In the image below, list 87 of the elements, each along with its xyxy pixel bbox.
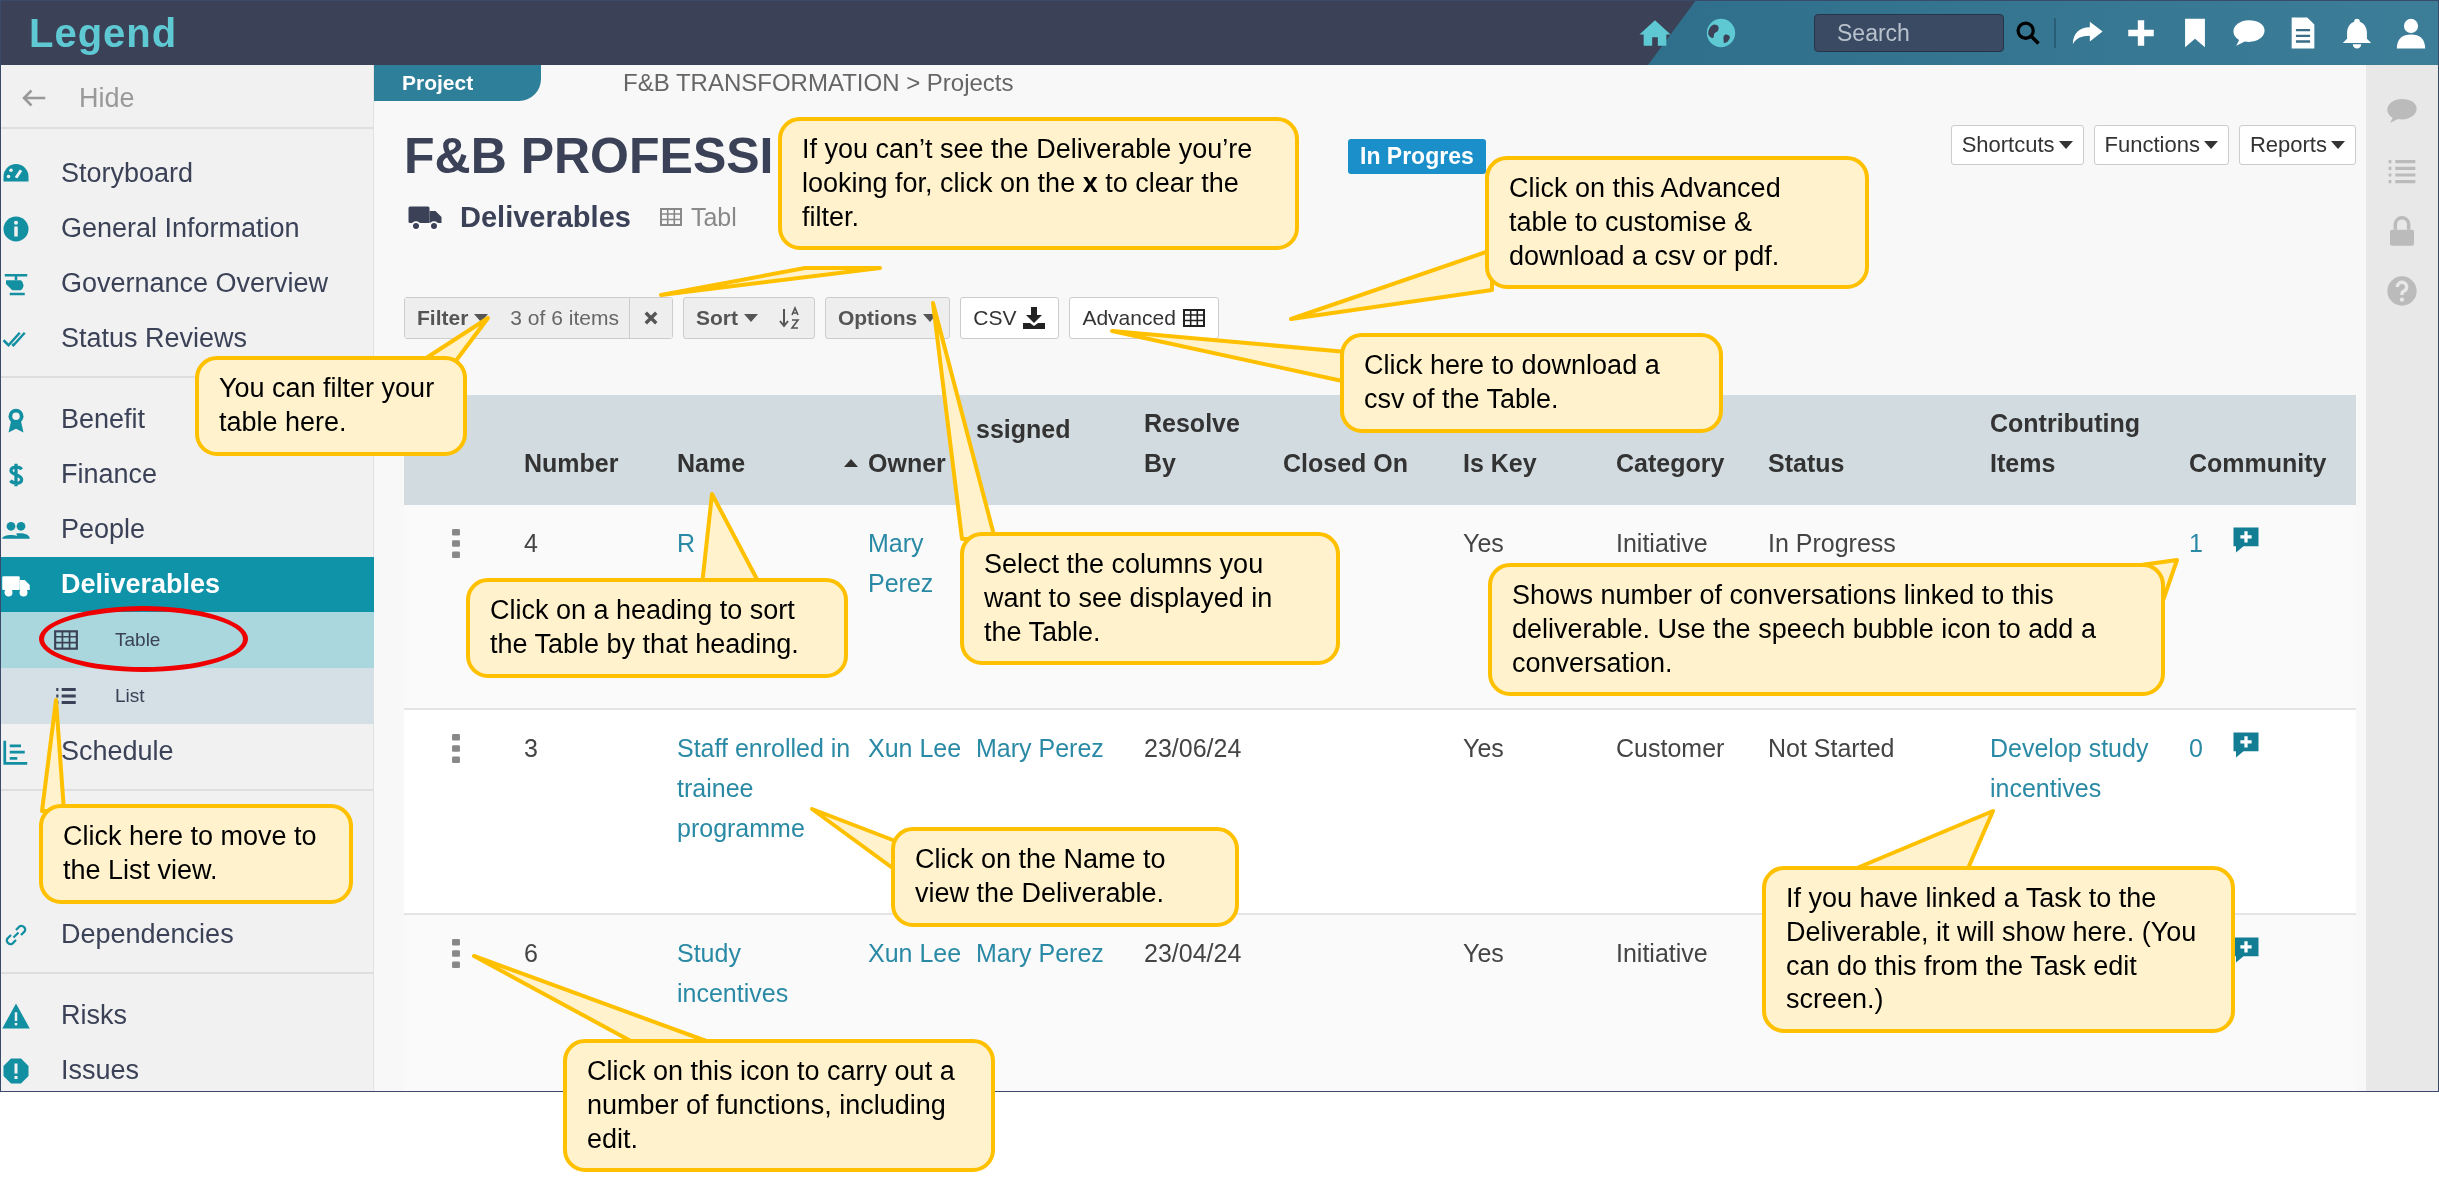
sidebar-item[interactable]: Issues (1, 1043, 140, 1091)
options-button[interactable]: Options (824, 297, 951, 339)
column-header[interactable]: Community (2189, 443, 2327, 483)
sidebar-item[interactable]: Benefit (1, 392, 146, 447)
conversation-count[interactable]: 1 (2189, 523, 2203, 563)
app-logo[interactable]: Legend (29, 10, 178, 56)
table-cell-text: 3 (524, 733, 539, 764)
sidebar-item[interactable]: General Information (1, 201, 300, 256)
kebab-menu-icon[interactable] (452, 529, 460, 558)
column-header[interactable]: Status (1768, 443, 1845, 483)
search-field[interactable]: Search (1814, 14, 2004, 52)
column-header[interactable]: Number (524, 443, 619, 483)
status-badge: In Progres (1348, 138, 1486, 174)
sidebar-item[interactable]: Governance Overview (1, 256, 329, 311)
caret-down-icon (2331, 141, 2345, 149)
download-icon (1022, 306, 1047, 330)
column-header[interactable]: Owner (868, 443, 946, 483)
table-icon (53, 627, 79, 653)
sidebar-item[interactable]: Schedule (1, 724, 174, 779)
dropdown-menu-button[interactable]: Functions (2093, 125, 2229, 165)
callout: If you can’t see the Deliverable you’re looking for, click on the x to clear the filter. (778, 117, 1299, 251)
item-count: 3 of 6 items (509, 305, 620, 331)
table-link[interactable]: Xun Lee (868, 933, 964, 973)
search-icon (2014, 19, 2042, 47)
table-icon (658, 205, 683, 229)
table-cell-text: Initiative (1616, 528, 1709, 559)
caret-down-icon (2203, 141, 2218, 149)
table-cell-text: 6 (524, 938, 539, 969)
csv-download-button[interactable]: CSV (960, 297, 1060, 339)
user-icon (2394, 16, 2428, 50)
sidebar-item[interactable]: Dependencies (1, 907, 234, 962)
table-cell-text: Yes (1463, 528, 1505, 559)
callout: Click on the Name to view the Deliverable. (891, 827, 1239, 927)
column-header[interactable]: Contributing Items (1990, 403, 2179, 483)
table-link[interactable]: Mary Perez (976, 933, 1132, 973)
callout: Select the columns you want to see displayed in the Table. (960, 532, 1340, 666)
sidebar-subitem[interactable]: Table (53, 620, 161, 660)
caret-down-icon (2058, 141, 2073, 149)
table-cell-text: Initiative (1616, 938, 1709, 969)
table-cell-text: 23/06/24 (1144, 733, 1243, 764)
table-link[interactable]: Study incentives (677, 933, 856, 1013)
breadcrumb: F&B TRANSFORMATION > Projects (623, 69, 1014, 97)
table-cell-text: 4 (524, 528, 539, 559)
kebab-menu-icon[interactable] (452, 939, 460, 968)
sidebar-item[interactable]: People (1, 502, 146, 557)
table-link[interactable]: R (677, 523, 856, 563)
table-cell-text: Yes (1463, 733, 1505, 764)
column-header[interactable]: Is Key (1463, 443, 1537, 483)
sort-icon (777, 306, 802, 330)
page-title: F&B PROFESSI (404, 128, 774, 184)
column-header[interactable]: Name (677, 443, 746, 483)
table-link[interactable]: Develop study incentives (1990, 728, 2177, 808)
caret-down-icon (743, 314, 758, 322)
callout: Shows number of conversations linked to this deliverable. Use the speech bubble icon to add a conversation. (1488, 563, 2165, 697)
column-header[interactable]: Resolve By (1144, 403, 1273, 483)
table-link[interactable]: Mary Perez (976, 728, 1132, 768)
table-link[interactable]: Xun Lee (868, 728, 964, 768)
column-header[interactable]: ssigned (976, 409, 1071, 449)
callout: Click on this Advanced table to customise & download a csv or pdf. (1485, 156, 1869, 290)
table-cell-text: Not Started (1768, 733, 1896, 764)
sidebar-item[interactable]: Storyboard (1, 146, 194, 201)
column-header[interactable]: Category (1616, 443, 1725, 483)
sidebar-subitem[interactable]: List (53, 676, 145, 716)
table-cell-text: Yes (1463, 938, 1505, 969)
table-link[interactable]: Staff enrolled in trainee programme (677, 728, 856, 848)
callout: You can filter your table here. (195, 356, 467, 456)
help-icon (2386, 275, 2418, 307)
kebab-menu-icon[interactable] (452, 734, 460, 763)
table-icon (1181, 306, 1206, 330)
caret-down-icon (474, 314, 489, 322)
callout: Click here to move to the List view. (39, 804, 353, 904)
dropdown-menu-button[interactable]: Shortcuts (1950, 125, 2084, 165)
conversation-count[interactable]: 0 (2189, 728, 2203, 768)
sidebar-item[interactable]: Risks (1, 988, 127, 1043)
table-cell-text: Customer (1616, 733, 1726, 764)
sidebar-item[interactable]: Finance (1, 447, 158, 502)
dropdown-menu-button[interactable]: Reports (2238, 125, 2356, 165)
table-cell-text: 23/04/24 (1144, 938, 1243, 969)
globe-icon (1704, 16, 1738, 50)
sort-button[interactable]: Sort (682, 297, 815, 339)
clear-filter-button[interactable] (628, 298, 672, 338)
column-header[interactable]: Closed On (1283, 443, 1408, 483)
section-tab[interactable]: Project (374, 65, 541, 101)
table-cell-text: In Progress (1768, 528, 1897, 559)
advanced-table-button[interactable]: Advanced (1069, 297, 1219, 339)
module-title: Deliverables (460, 200, 631, 234)
bell-icon (2340, 16, 2374, 50)
